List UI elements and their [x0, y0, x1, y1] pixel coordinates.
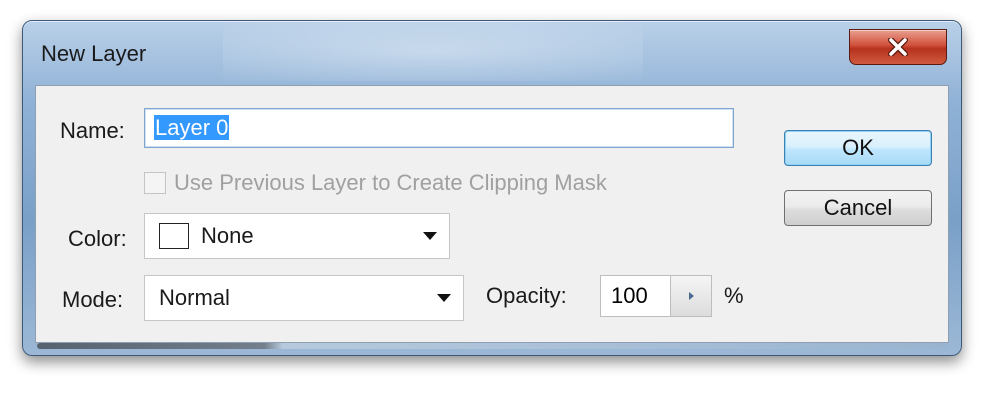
- name-field[interactable]: Layer 0: [144, 108, 734, 148]
- chevron-right-icon: [688, 292, 694, 300]
- clipping-mask-label: Use Previous Layer to Create Clipping Ma…: [174, 170, 607, 195]
- opacity-value: 100: [611, 283, 648, 308]
- cancel-button[interactable]: Cancel: [784, 190, 932, 226]
- close-button[interactable]: [849, 29, 947, 65]
- color-swatch: [159, 223, 189, 249]
- mode-value: Normal: [159, 285, 230, 310]
- mode-select[interactable]: Normal: [144, 275, 464, 321]
- mode-label: Mode:: [62, 287, 124, 312]
- clipping-mask-checkbox[interactable]: [144, 172, 166, 194]
- name-value: Layer 0: [154, 115, 230, 140]
- name-label: Name:: [60, 118, 125, 143]
- new-layer-dialog: New Layer Name: Layer 0 Use Previous Lay…: [22, 20, 962, 356]
- opacity-slider-button[interactable]: [670, 276, 711, 316]
- clipping-mask-row: Use Previous Layer to Create Clipping Ma…: [144, 170, 607, 196]
- dialog-title: New Layer: [41, 41, 147, 66]
- dialog-body: Name: Layer 0 Use Previous Layer to Crea…: [35, 85, 949, 343]
- chevron-down-icon: [423, 232, 437, 240]
- close-icon: [887, 38, 909, 56]
- chevron-down-icon: [437, 294, 451, 302]
- color-select[interactable]: None: [144, 213, 450, 259]
- ok-button[interactable]: OK: [784, 130, 932, 166]
- color-label: Color:: [68, 226, 127, 251]
- opacity-unit: %: [724, 283, 744, 308]
- window-bottom-edge: [37, 343, 947, 349]
- opacity-field[interactable]: 100: [600, 275, 712, 317]
- opacity-label: Opacity:: [486, 283, 567, 308]
- color-value: None: [201, 223, 254, 248]
